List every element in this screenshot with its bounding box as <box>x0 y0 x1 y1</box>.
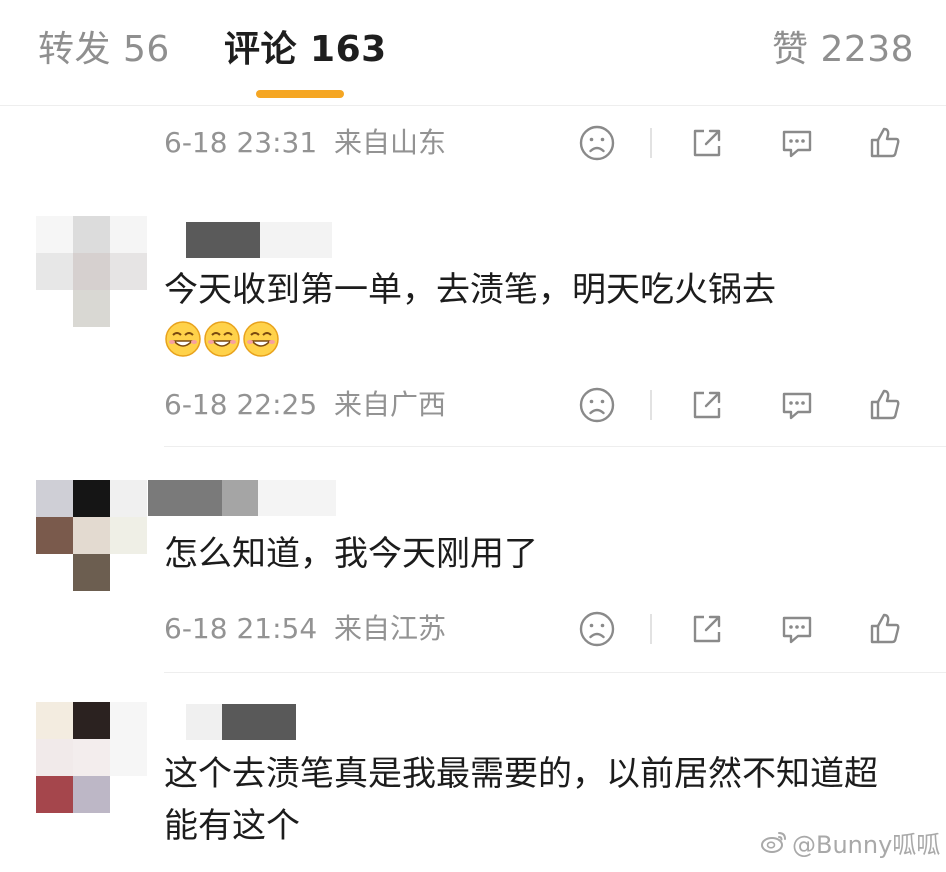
share-icon[interactable] <box>688 124 726 162</box>
sad-face-icon[interactable] <box>578 386 616 424</box>
comment-meta-row: 6-18 23:31 来自山东 <box>164 118 946 168</box>
comment-timestamp: 6-18 21:54 来自江苏 <box>164 612 446 646</box>
smile-emoji-icon <box>242 320 280 358</box>
watermark-text: @Bunny呱呱 <box>792 831 941 859</box>
thumbs-up-icon[interactable] <box>866 610 904 648</box>
comment-location: 来自山东 <box>334 126 447 159</box>
comment-bubble-icon[interactable] <box>778 610 816 648</box>
avatar[interactable] <box>36 480 148 592</box>
comment-text: 今天收到第一单，去渍笔，明天吃火锅去 <box>164 270 776 310</box>
action-separator <box>650 614 652 644</box>
avatar[interactable] <box>36 702 148 814</box>
comment-location: 来自广西 <box>334 388 447 421</box>
tab-comments[interactable]: 评论 163 <box>224 28 387 72</box>
comment-time: 6-18 22:25 <box>164 388 318 421</box>
tab-bar: 转发 56 评论 163 赞 2238 <box>0 0 946 106</box>
comment-meta-row: 6-18 21:54 来自江苏 <box>164 604 946 654</box>
share-icon[interactable] <box>688 386 726 424</box>
comment-timestamp: 6-18 23:31 来自山东 <box>164 126 446 160</box>
comment-divider <box>164 672 946 673</box>
action-separator <box>650 128 652 158</box>
avatar[interactable] <box>36 216 148 328</box>
thumbs-up-icon[interactable] <box>866 124 904 162</box>
tab-repost[interactable]: 转发 56 <box>38 28 170 72</box>
smile-emoji-icon <box>203 320 241 358</box>
sad-face-icon[interactable] <box>578 610 616 648</box>
thumbs-up-icon[interactable] <box>866 386 904 424</box>
comment-bubble-icon[interactable] <box>778 386 816 424</box>
sad-face-icon[interactable] <box>578 124 616 162</box>
comment-timestamp: 6-18 22:25 来自广西 <box>164 388 446 422</box>
comment-text: 怎么知道，我今天刚用了 <box>164 534 538 574</box>
weibo-watermark: @Bunny呱呱 <box>760 828 940 863</box>
comment-location: 来自江苏 <box>334 612 447 645</box>
comment-time: 6-18 21:54 <box>164 612 318 645</box>
smile-emoji-icon <box>164 320 202 358</box>
active-tab-indicator <box>256 90 344 98</box>
comment-divider <box>164 446 946 447</box>
share-icon[interactable] <box>688 610 726 648</box>
weibo-logo-icon <box>760 829 788 863</box>
tab-likes[interactable]: 赞 2238 <box>772 28 914 72</box>
comment-time: 6-18 23:31 <box>164 126 318 159</box>
comment-meta-row: 6-18 22:25 来自广西 <box>164 380 946 430</box>
comment-bubble-icon[interactable] <box>778 124 816 162</box>
emoji-row <box>164 320 281 360</box>
action-separator <box>650 390 652 420</box>
